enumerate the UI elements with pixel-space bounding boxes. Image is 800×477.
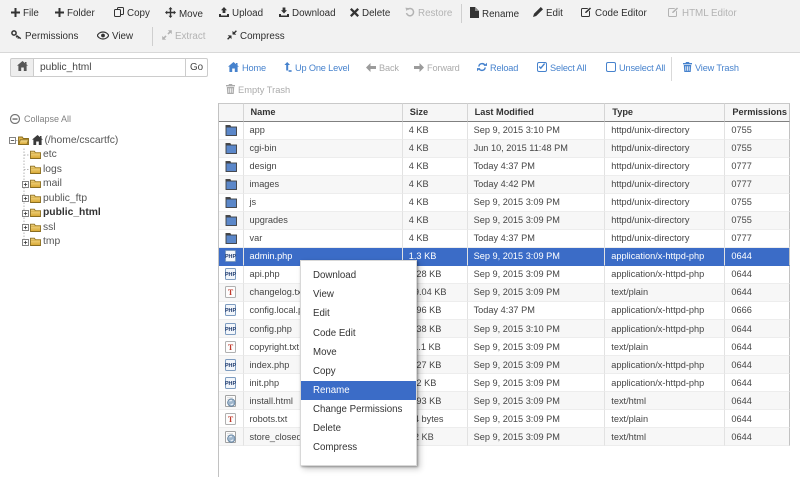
svg-text:PHP: PHP [225,381,236,387]
svg-text:PHP: PHP [225,363,236,369]
svg-text:T: T [227,288,233,297]
svg-text:T: T [227,343,233,352]
svg-text:PHP: PHP [225,327,236,333]
svg-text:T: T [227,415,233,424]
svg-text:PHP: PHP [225,308,236,314]
svg-text:PHP: PHP [225,254,236,260]
svg-text:PHP: PHP [225,272,236,278]
